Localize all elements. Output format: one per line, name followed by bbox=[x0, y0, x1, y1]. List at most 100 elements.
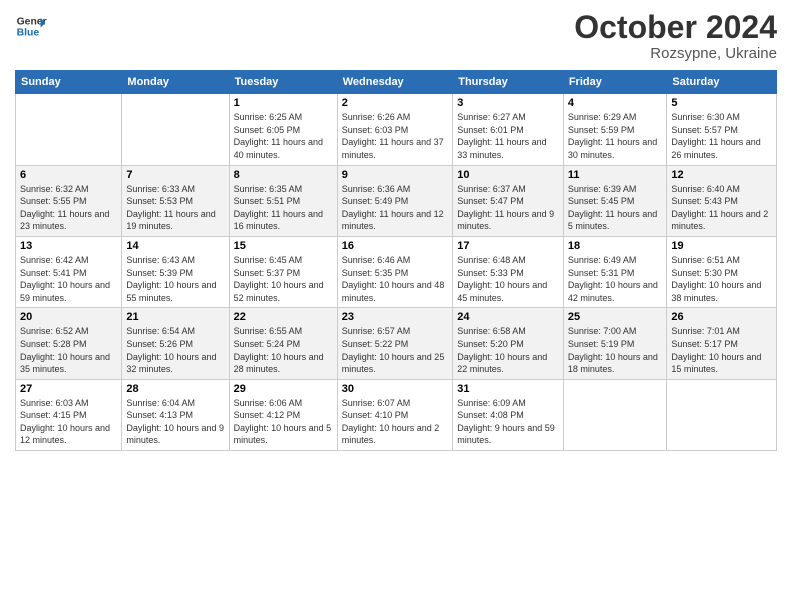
daylight-text: Daylight: 10 hours and 28 minutes. bbox=[234, 352, 324, 375]
calendar-cell: 22 Sunrise: 6:55 AM Sunset: 5:24 PM Dayl… bbox=[229, 308, 337, 379]
daylight-text: Daylight: 11 hours and 9 minutes. bbox=[457, 209, 554, 232]
daylight-text: Daylight: 10 hours and 18 minutes. bbox=[568, 352, 658, 375]
calendar-cell: 16 Sunrise: 6:46 AM Sunset: 5:35 PM Dayl… bbox=[337, 236, 452, 307]
calendar-cell: 29 Sunrise: 6:06 AM Sunset: 4:12 PM Dayl… bbox=[229, 379, 337, 450]
sunset-text: Sunset: 5:57 PM bbox=[671, 125, 738, 135]
sunrise-text: Sunrise: 7:00 AM bbox=[568, 326, 637, 336]
day-number: 13 bbox=[20, 240, 117, 252]
sunrise-text: Sunrise: 6:48 AM bbox=[457, 255, 526, 265]
sunset-text: Sunset: 5:51 PM bbox=[234, 196, 301, 206]
col-monday: Monday bbox=[122, 71, 229, 94]
sunset-text: Sunset: 6:05 PM bbox=[234, 125, 301, 135]
day-info: Sunrise: 6:09 AM Sunset: 4:08 PM Dayligh… bbox=[457, 397, 559, 447]
calendar-table: Sunday Monday Tuesday Wednesday Thursday… bbox=[15, 70, 777, 451]
day-info: Sunrise: 6:43 AM Sunset: 5:39 PM Dayligh… bbox=[126, 254, 224, 304]
col-sunday: Sunday bbox=[16, 71, 122, 94]
day-info: Sunrise: 6:29 AM Sunset: 5:59 PM Dayligh… bbox=[568, 111, 663, 161]
daylight-text: Daylight: 10 hours and 48 minutes. bbox=[342, 280, 445, 303]
calendar-header-row: Sunday Monday Tuesday Wednesday Thursday… bbox=[16, 71, 777, 94]
day-info: Sunrise: 6:54 AM Sunset: 5:26 PM Dayligh… bbox=[126, 325, 224, 375]
sunrise-text: Sunrise: 6:52 AM bbox=[20, 326, 89, 336]
day-info: Sunrise: 6:42 AM Sunset: 5:41 PM Dayligh… bbox=[20, 254, 117, 304]
daylight-text: Daylight: 10 hours and 42 minutes. bbox=[568, 280, 658, 303]
calendar-cell: 18 Sunrise: 6:49 AM Sunset: 5:31 PM Dayl… bbox=[563, 236, 667, 307]
sunset-text: Sunset: 5:19 PM bbox=[568, 339, 635, 349]
calendar-cell: 20 Sunrise: 6:52 AM Sunset: 5:28 PM Dayl… bbox=[16, 308, 122, 379]
day-number: 16 bbox=[342, 240, 448, 252]
day-number: 31 bbox=[457, 383, 559, 395]
sunset-text: Sunset: 5:30 PM bbox=[671, 268, 738, 278]
day-number: 29 bbox=[234, 383, 333, 395]
day-info: Sunrise: 6:37 AM Sunset: 5:47 PM Dayligh… bbox=[457, 183, 559, 233]
daylight-text: Daylight: 10 hours and 22 minutes. bbox=[457, 352, 547, 375]
daylight-text: Daylight: 10 hours and 52 minutes. bbox=[234, 280, 324, 303]
day-info: Sunrise: 6:49 AM Sunset: 5:31 PM Dayligh… bbox=[568, 254, 663, 304]
day-number: 24 bbox=[457, 311, 559, 323]
sunset-text: Sunset: 5:53 PM bbox=[126, 196, 193, 206]
day-number: 14 bbox=[126, 240, 224, 252]
calendar-cell bbox=[563, 379, 667, 450]
sunrise-text: Sunrise: 6:43 AM bbox=[126, 255, 195, 265]
sunrise-text: Sunrise: 6:45 AM bbox=[234, 255, 303, 265]
daylight-text: Daylight: 10 hours and 38 minutes. bbox=[671, 280, 761, 303]
daylight-text: Daylight: 9 hours and 59 minutes. bbox=[457, 423, 555, 446]
daylight-text: Daylight: 11 hours and 2 minutes. bbox=[671, 209, 768, 232]
calendar-cell: 4 Sunrise: 6:29 AM Sunset: 5:59 PM Dayli… bbox=[563, 94, 667, 165]
day-info: Sunrise: 6:48 AM Sunset: 5:33 PM Dayligh… bbox=[457, 254, 559, 304]
day-info: Sunrise: 6:25 AM Sunset: 6:05 PM Dayligh… bbox=[234, 111, 333, 161]
daylight-text: Daylight: 10 hours and 5 minutes. bbox=[234, 423, 332, 446]
calendar-cell bbox=[16, 94, 122, 165]
sunrise-text: Sunrise: 6:54 AM bbox=[126, 326, 195, 336]
sunrise-text: Sunrise: 6:55 AM bbox=[234, 326, 303, 336]
sunrise-text: Sunrise: 6:04 AM bbox=[126, 398, 195, 408]
sunrise-text: Sunrise: 6:09 AM bbox=[457, 398, 526, 408]
sunrise-text: Sunrise: 6:49 AM bbox=[568, 255, 637, 265]
page-header: General Blue October 2024 Rozsypne, Ukra… bbox=[15, 10, 777, 62]
calendar-cell: 17 Sunrise: 6:48 AM Sunset: 5:33 PM Dayl… bbox=[453, 236, 564, 307]
day-number: 12 bbox=[671, 169, 772, 181]
day-number: 6 bbox=[20, 169, 117, 181]
day-info: Sunrise: 6:04 AM Sunset: 4:13 PM Dayligh… bbox=[126, 397, 224, 447]
sunset-text: Sunset: 4:15 PM bbox=[20, 410, 87, 420]
daylight-text: Daylight: 10 hours and 45 minutes. bbox=[457, 280, 547, 303]
day-number: 30 bbox=[342, 383, 448, 395]
day-info: Sunrise: 6:35 AM Sunset: 5:51 PM Dayligh… bbox=[234, 183, 333, 233]
daylight-text: Daylight: 10 hours and 9 minutes. bbox=[126, 423, 224, 446]
sunset-text: Sunset: 5:59 PM bbox=[568, 125, 635, 135]
calendar-cell: 14 Sunrise: 6:43 AM Sunset: 5:39 PM Dayl… bbox=[122, 236, 229, 307]
calendar-cell: 7 Sunrise: 6:33 AM Sunset: 5:53 PM Dayli… bbox=[122, 165, 229, 236]
sunrise-text: Sunrise: 6:27 AM bbox=[457, 112, 526, 122]
daylight-text: Daylight: 11 hours and 37 minutes. bbox=[342, 137, 444, 160]
calendar-cell: 11 Sunrise: 6:39 AM Sunset: 5:45 PM Dayl… bbox=[563, 165, 667, 236]
day-info: Sunrise: 6:26 AM Sunset: 6:03 PM Dayligh… bbox=[342, 111, 448, 161]
sunset-text: Sunset: 4:08 PM bbox=[457, 410, 524, 420]
sunrise-text: Sunrise: 6:03 AM bbox=[20, 398, 89, 408]
daylight-text: Daylight: 11 hours and 26 minutes. bbox=[671, 137, 760, 160]
day-info: Sunrise: 6:57 AM Sunset: 5:22 PM Dayligh… bbox=[342, 325, 448, 375]
sunrise-text: Sunrise: 6:57 AM bbox=[342, 326, 411, 336]
calendar-cell: 15 Sunrise: 6:45 AM Sunset: 5:37 PM Dayl… bbox=[229, 236, 337, 307]
sunset-text: Sunset: 5:39 PM bbox=[126, 268, 193, 278]
sunset-text: Sunset: 5:28 PM bbox=[20, 339, 87, 349]
day-info: Sunrise: 6:52 AM Sunset: 5:28 PM Dayligh… bbox=[20, 325, 117, 375]
daylight-text: Daylight: 10 hours and 25 minutes. bbox=[342, 352, 445, 375]
day-info: Sunrise: 6:03 AM Sunset: 4:15 PM Dayligh… bbox=[20, 397, 117, 447]
sunrise-text: Sunrise: 6:26 AM bbox=[342, 112, 411, 122]
page-title: October 2024 bbox=[574, 10, 777, 45]
day-info: Sunrise: 6:39 AM Sunset: 5:45 PM Dayligh… bbox=[568, 183, 663, 233]
daylight-text: Daylight: 10 hours and 59 minutes. bbox=[20, 280, 110, 303]
sunrise-text: Sunrise: 6:42 AM bbox=[20, 255, 89, 265]
calendar-cell: 19 Sunrise: 6:51 AM Sunset: 5:30 PM Dayl… bbox=[667, 236, 777, 307]
daylight-text: Daylight: 10 hours and 15 minutes. bbox=[671, 352, 761, 375]
day-info: Sunrise: 6:33 AM Sunset: 5:53 PM Dayligh… bbox=[126, 183, 224, 233]
sunset-text: Sunset: 4:12 PM bbox=[234, 410, 301, 420]
calendar-cell: 21 Sunrise: 6:54 AM Sunset: 5:26 PM Dayl… bbox=[122, 308, 229, 379]
daylight-text: Daylight: 11 hours and 19 minutes. bbox=[126, 209, 215, 232]
sunset-text: Sunset: 5:20 PM bbox=[457, 339, 524, 349]
sunrise-text: Sunrise: 6:29 AM bbox=[568, 112, 637, 122]
day-info: Sunrise: 6:07 AM Sunset: 4:10 PM Dayligh… bbox=[342, 397, 448, 447]
col-thursday: Thursday bbox=[453, 71, 564, 94]
sunrise-text: Sunrise: 6:35 AM bbox=[234, 184, 303, 194]
sunset-text: Sunset: 5:43 PM bbox=[671, 196, 738, 206]
col-tuesday: Tuesday bbox=[229, 71, 337, 94]
